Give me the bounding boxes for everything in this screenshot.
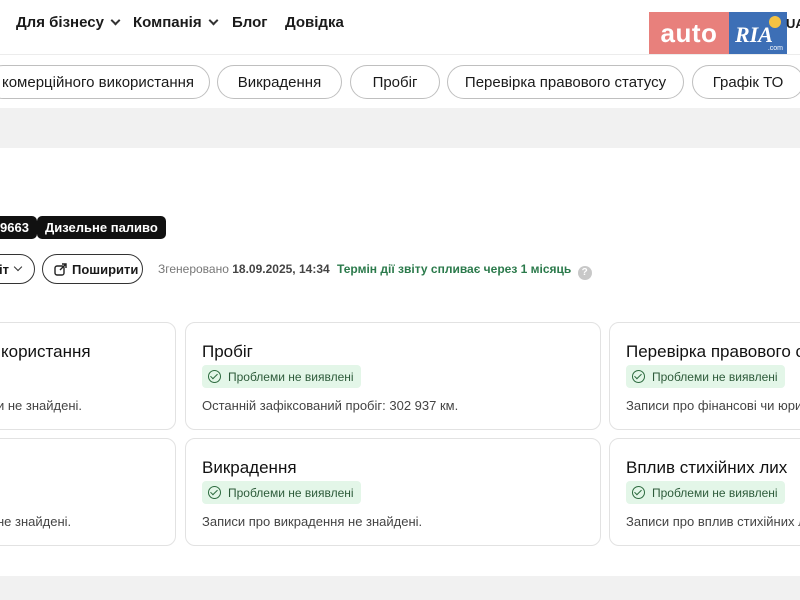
card-description: Останній зафіксований пробіг: 302 937 км… [202, 398, 459, 413]
check-circle-icon [632, 486, 645, 499]
card-title: Викрадення [202, 458, 297, 477]
chevron-down-icon [13, 262, 23, 272]
logo-ria-part: RIA .com [729, 12, 787, 54]
card-description: и не знайдені. [0, 398, 83, 413]
report-meta: Згенеровано 18.09.2025, 14:34 Термін дії… [158, 262, 592, 280]
status-badge: Проблеми не виявлені [626, 365, 785, 388]
autoria-logo[interactable]: auto RIA .com [649, 12, 787, 54]
card-description: Записи про викрадення не знайдені. [202, 514, 423, 529]
section-divider [0, 576, 800, 600]
share-icon [54, 262, 67, 276]
fuel-type-tag: Дизельне паливо [37, 216, 166, 239]
partial-dropdown-button[interactable]: іт [0, 254, 35, 284]
share-button[interactable]: Поширити [42, 254, 143, 284]
site-header: Для бізнесу Компанія Блог Довідка auto R… [0, 0, 800, 54]
nav-for-business[interactable]: Для бізнесу [16, 14, 121, 31]
status-badge: Проблеми не виявлені [202, 365, 361, 388]
check-card-theft[interactable]: Викрадення Проблеми не виявлені Записи п… [185, 438, 601, 546]
nav-help[interactable]: Довідка [285, 14, 344, 31]
help-icon[interactable]: ? [577, 266, 592, 280]
check-circle-icon [208, 370, 221, 383]
card-title: Вплив стихійних лих [626, 458, 788, 477]
status-badge: Проблеми не виявлені [202, 481, 361, 504]
vehicle-tag: 9663 [0, 216, 37, 239]
check-card-legal-status[interactable]: Перевірка правового с Проблеми не виявле… [609, 322, 800, 430]
pill-theft[interactable]: Викрадення [217, 65, 342, 99]
check-card-mileage[interactable]: Пробіг Проблеми не виявлені Останній заф… [185, 322, 601, 430]
check-circle-icon [632, 370, 645, 383]
pill-maintenance-schedule[interactable]: Графік ТО [692, 65, 800, 99]
status-badge: Проблеми не виявлені [626, 481, 785, 504]
report-expiry: Термін дії звіту спливає через 1 місяць [337, 262, 572, 276]
card-description: не знайдені. [0, 514, 72, 529]
check-circle-icon [208, 486, 221, 499]
check-card-other[interactable]: не знайдені. [0, 438, 176, 546]
category-pills-bar: комерційного використання Викрадення Про… [0, 54, 800, 108]
chevron-down-icon [208, 15, 219, 26]
pill-commercial-use[interactable]: комерційного використання [0, 65, 210, 99]
logo-auto-part: auto [649, 12, 729, 54]
check-card-natural-disasters[interactable]: Вплив стихійних лих Проблеми не виявлені… [609, 438, 800, 546]
pill-legal-status[interactable]: Перевірка правового статусу [447, 65, 684, 99]
generated-date: 18.09.2025, 14:34 [232, 262, 330, 276]
card-title: Перевірка правового с [626, 342, 800, 361]
card-title: Пробіг [202, 342, 253, 361]
nav-blog[interactable]: Блог [232, 14, 268, 31]
card-title: користання [1, 342, 91, 361]
nav-company[interactable]: Компанія [133, 14, 219, 31]
section-divider [0, 108, 800, 148]
pill-mileage[interactable]: Пробіг [350, 65, 440, 99]
check-card-commercial-use[interactable]: користання и не знайдені. [0, 322, 176, 430]
card-description: Записи про фінансові чи юри [626, 398, 800, 413]
chevron-down-icon [110, 15, 121, 26]
language-switch[interactable]: UA [786, 16, 800, 31]
card-description: Записи про вплив стихійних л [626, 514, 800, 529]
